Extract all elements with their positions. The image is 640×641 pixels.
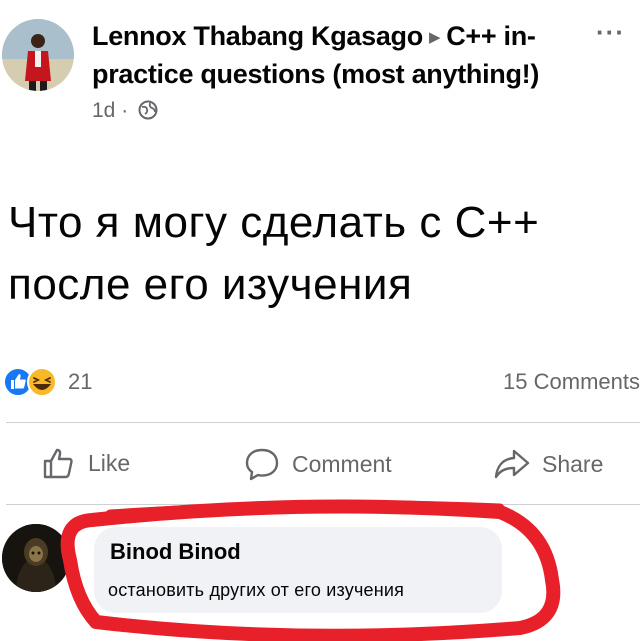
post-text: Что я могу сделать с C++ после его изуче… bbox=[8, 198, 540, 309]
author-photo bbox=[2, 19, 74, 91]
reaction-icons bbox=[3, 367, 57, 397]
commenter-avatar[interactable] bbox=[2, 524, 70, 592]
share-arrow-icon bbox=[494, 449, 530, 479]
meta-separator: · bbox=[121, 99, 129, 122]
share-label: Share bbox=[542, 450, 604, 477]
divider bbox=[6, 504, 640, 505]
comment-bubble[interactable]: Binod Binod остановить других от его изу… bbox=[94, 527, 502, 613]
haha-reaction-icon bbox=[27, 367, 57, 397]
post-title-line: Lennox Thabang Kgasago ▶ C++ in-practice q… bbox=[92, 18, 562, 92]
reaction-count: 21 bbox=[68, 369, 93, 394]
author-avatar[interactable] bbox=[2, 19, 74, 91]
post-time[interactable]: 1d bbox=[92, 99, 115, 122]
like-label: Like bbox=[88, 449, 131, 476]
thumbs-up-icon bbox=[43, 448, 73, 479]
like-button[interactable]: Like bbox=[42, 446, 130, 480]
divider bbox=[6, 422, 640, 423]
globe-icon bbox=[138, 100, 158, 127]
reactions-summary[interactable]: 21 bbox=[2, 366, 92, 398]
author-name[interactable]: Lennox Thabang Kgasago bbox=[92, 21, 423, 51]
comment-author-name[interactable]: Binod Binod bbox=[110, 539, 241, 565]
commenter-photo bbox=[2, 524, 70, 592]
comment-button[interactable]: Comment bbox=[244, 446, 392, 482]
comment-text: остановить других от его изучения bbox=[108, 580, 405, 600]
arrow-right-icon: ▶ bbox=[428, 29, 441, 46]
share-button[interactable]: Share bbox=[494, 446, 603, 482]
post-header: Lennox Thabang Kgasago ▶ C++ in-practice q… bbox=[92, 18, 562, 127]
comments-count[interactable]: 15 Comments bbox=[503, 369, 640, 395]
comment-label: Comment bbox=[292, 450, 392, 477]
more-horizontal-icon[interactable]: ··· bbox=[596, 19, 625, 45]
comment-bubble-icon bbox=[245, 448, 279, 481]
post-meta: 1d · bbox=[92, 98, 562, 127]
